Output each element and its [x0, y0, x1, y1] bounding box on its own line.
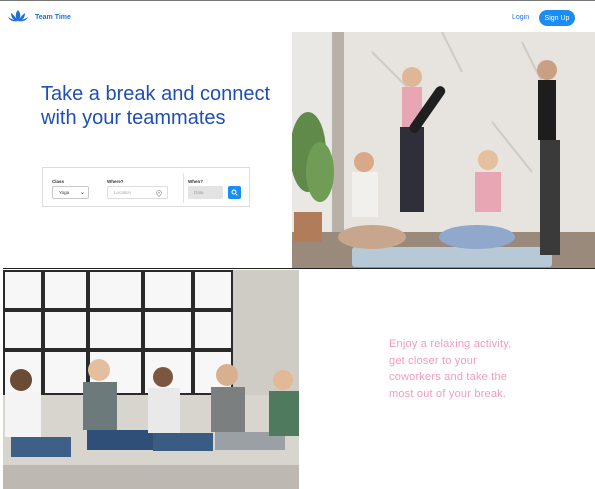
field-divider [183, 173, 184, 203]
top-nav: Team Time Login Sign Up [0, 0, 595, 32]
where-label: Where? [107, 179, 124, 184]
login-link[interactable]: Login [512, 14, 529, 21]
search-button[interactable] [228, 186, 241, 199]
signup-button[interactable]: Sign Up [539, 10, 575, 26]
lotus-icon[interactable] [8, 9, 28, 23]
page: Team Time Login Sign Up Take a break and… [0, 0, 595, 489]
map-pin-icon [156, 190, 162, 197]
search-icon [231, 189, 238, 196]
hero-title: Take a break and connect with your teamm… [41, 83, 271, 129]
when-label: When? [188, 179, 203, 184]
location-input[interactable]: Location [107, 186, 168, 199]
brand-name[interactable]: Team Time [35, 14, 71, 21]
section-divider [3, 268, 595, 269]
yoga-group-photo [292, 32, 595, 268]
class-label: Class [52, 179, 65, 184]
tagline-text: Enjoy a relaxing activity, get closer to… [389, 338, 512, 400]
chevron-down-icon: ⌄ [79, 190, 85, 196]
class-select[interactable]: Yoga ⌄ [52, 186, 89, 199]
class-search-form: Class Yoga ⌄ Where? Location When? Date [42, 167, 250, 207]
date-input[interactable]: Date [188, 186, 223, 199]
coworkers-meditation-photo [3, 270, 299, 489]
date-placeholder: Date [194, 190, 204, 195]
location-placeholder: Location [114, 190, 132, 195]
class-select-value: Yoga [59, 190, 70, 195]
